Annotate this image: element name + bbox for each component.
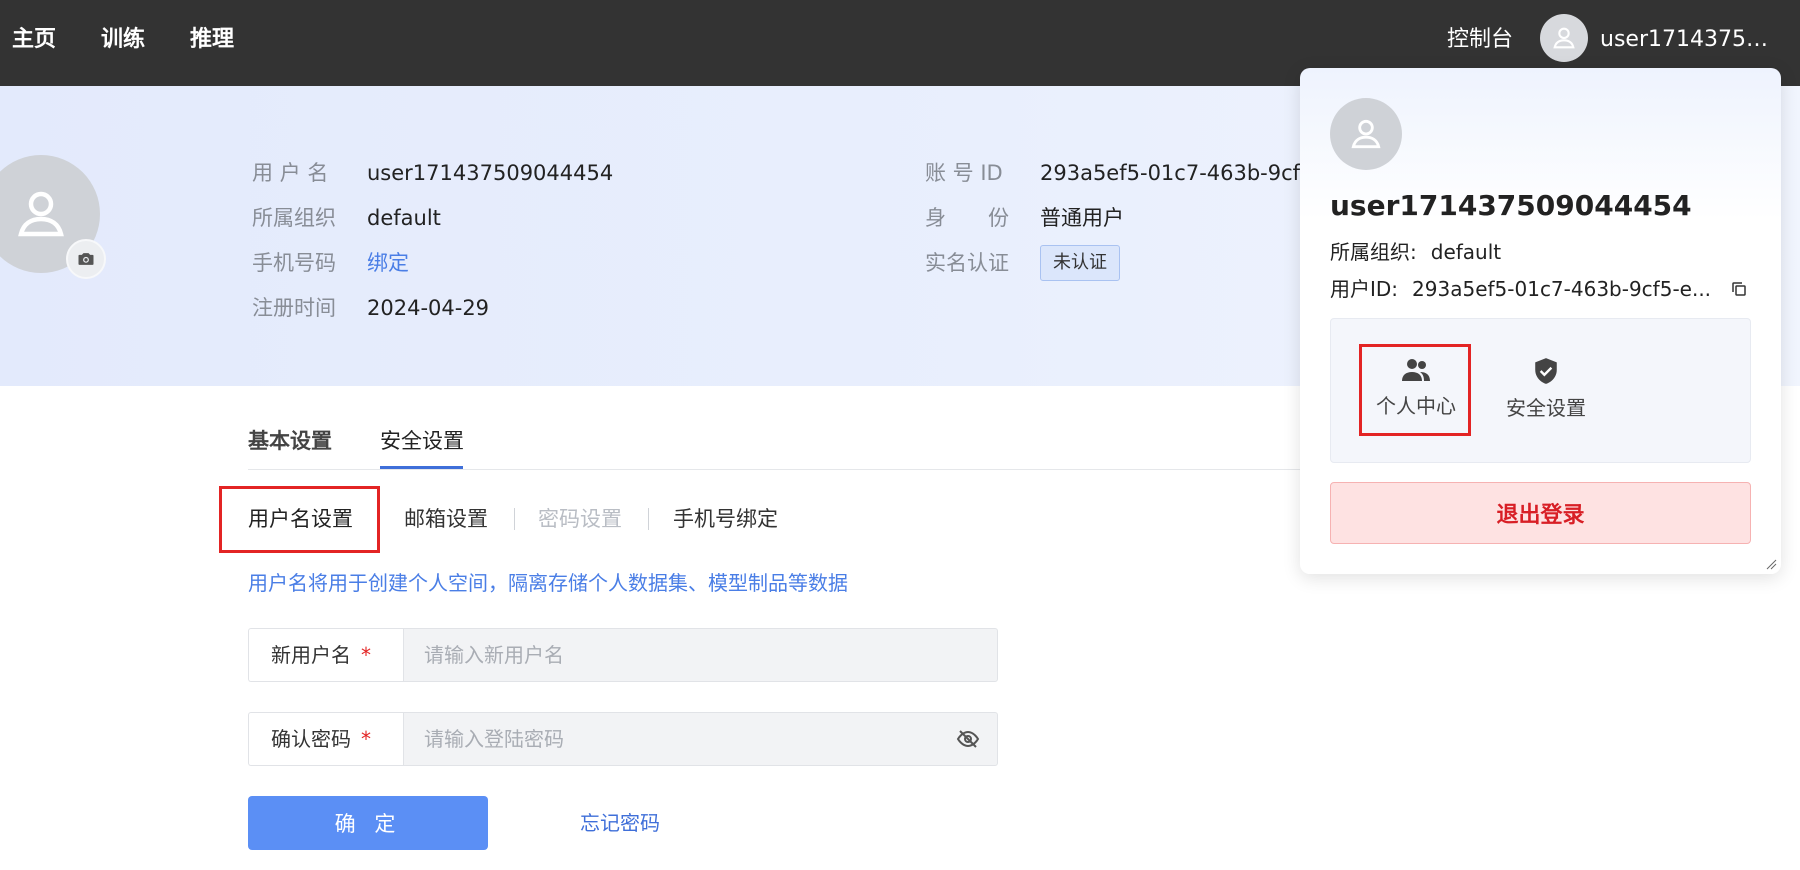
identity-value: 普通用户	[1040, 206, 1124, 230]
highlight-box-personal-center	[1359, 344, 1471, 436]
required-mark: *	[361, 643, 371, 667]
register-value: 2024-04-29	[367, 296, 490, 320]
security-settings-label: 安全设置	[1506, 396, 1586, 420]
org-label: 所属组织	[252, 206, 336, 230]
nav-avatar[interactable]	[1540, 14, 1588, 62]
eye-off-icon[interactable]	[956, 727, 980, 751]
resize-handle-icon[interactable]	[1765, 558, 1777, 570]
camera-icon	[78, 253, 94, 265]
account-id-label: 账 号 ID	[925, 161, 1003, 185]
active-tab-indicator	[380, 466, 463, 469]
bind-phone-link[interactable]: 绑定	[367, 248, 409, 278]
username-value: user171437509044454	[367, 161, 614, 185]
new-username-input[interactable]	[403, 628, 998, 682]
user-icon	[1351, 119, 1381, 149]
dropdown-actions-panel: 个人中心 安全设置	[1330, 318, 1751, 463]
copy-icon[interactable]	[1730, 280, 1748, 298]
identity-label: 身 份	[925, 206, 1009, 230]
dropdown-org-label: 所属组织:	[1330, 240, 1417, 264]
confirm-password-input[interactable]	[403, 712, 998, 766]
highlight-box-username	[219, 486, 380, 553]
nav-inference[interactable]: 推理	[190, 22, 234, 58]
security-settings-button[interactable]: 安全设置	[1491, 357, 1601, 423]
user-icon	[1553, 27, 1575, 49]
tab-security-settings[interactable]: 安全设置	[380, 426, 464, 456]
required-mark: *	[361, 727, 371, 751]
submit-button[interactable]: 确 定	[248, 796, 488, 850]
dropdown-uid-row: 用户ID: 293a5ef5-01c7-463b-9cf5-e...	[1330, 274, 1711, 304]
user-dropdown: user171437509044454 所属组织: default 用户ID: 29…	[1300, 68, 1781, 574]
username-label: 用 户 名	[252, 161, 329, 185]
subtab-password[interactable]: 密码设置	[538, 504, 622, 534]
new-username-field: 新用户名 *	[248, 628, 998, 682]
dropdown-org-row: 所属组织: default	[1330, 237, 1501, 267]
nav-username[interactable]: user171437509044454	[1600, 22, 1775, 58]
forgot-password-link[interactable]: 忘记密码	[580, 808, 660, 838]
realname-label: 实名认证	[925, 251, 1009, 275]
dropdown-avatar	[1330, 98, 1402, 170]
phone-label: 手机号码	[252, 251, 336, 275]
org-value: default	[367, 206, 441, 230]
settings-tabs: 基本设置 安全设置	[248, 410, 1323, 470]
username-hint: 用户名将用于创建个人空间，隔离存储个人数据集、模型制品等数据	[248, 571, 848, 595]
confirm-password-label-text: 确认密码	[271, 727, 351, 751]
shield-check-icon	[1535, 358, 1557, 384]
change-avatar-button[interactable]	[66, 239, 106, 279]
subtab-divider	[648, 508, 649, 530]
subtab-phone-binding[interactable]: 手机号绑定	[673, 504, 778, 534]
nav-home[interactable]: 主页	[12, 22, 56, 58]
nav-console[interactable]: 控制台	[1447, 22, 1513, 58]
subtab-divider	[514, 508, 515, 530]
subtab-email[interactable]: 邮箱设置	[404, 504, 488, 534]
user-icon	[18, 191, 64, 237]
logout-button[interactable]: 退出登录	[1330, 482, 1751, 544]
dropdown-org-value: default	[1430, 240, 1502, 264]
account-id-value: 293a5ef5-01c7-463b-9cf5	[1040, 161, 1314, 185]
confirm-password-label: 确认密码 *	[248, 712, 403, 766]
new-username-label-text: 新用户名	[271, 643, 351, 667]
register-label: 注册时间	[252, 296, 336, 320]
new-username-label: 新用户名 *	[248, 628, 403, 682]
dropdown-uid-value: 293a5ef5-01c7-463b-9cf5-e...	[1412, 277, 1712, 301]
dropdown-uid-label: 用户ID:	[1330, 277, 1399, 301]
confirm-password-field: 确认密码 *	[248, 712, 998, 766]
nav-training[interactable]: 训练	[101, 22, 145, 58]
tab-basic-settings[interactable]: 基本设置	[248, 426, 332, 456]
dropdown-username: user171437509044454	[1330, 189, 1692, 222]
realname-status-badge: 未认证	[1040, 245, 1120, 281]
